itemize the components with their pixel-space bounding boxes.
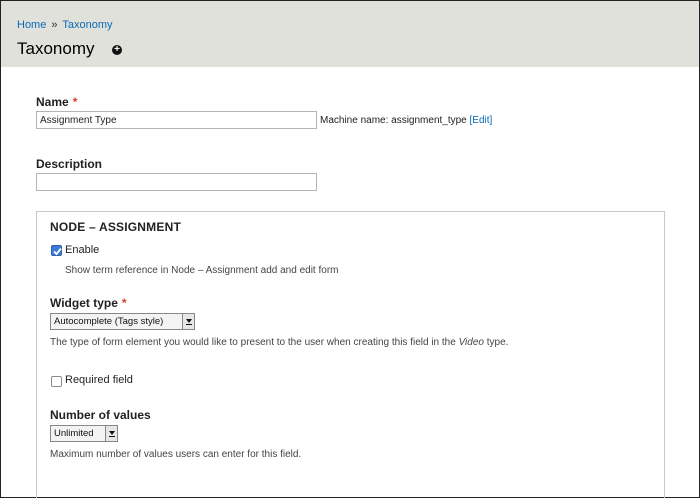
name-label-text: Name [36,95,69,109]
widget-type-label-text: Widget type [50,296,118,310]
widget-type-desc-italic: Video [458,337,484,348]
machine-name-edit-link[interactable]: [Edit] [470,115,493,126]
page-title: Taxonomy [17,39,95,58]
number-of-values-select[interactable]: Unlimited [50,425,118,442]
number-of-values-label: Number of values [50,408,151,422]
description-input[interactable] [36,173,317,191]
enable-checkbox[interactable] [51,245,62,256]
number-of-values-selected: Unlimited [54,428,94,439]
widget-type-label: Widget type * [50,296,127,310]
checkmark-icon [53,247,62,256]
number-of-values-description: Maximum number of values users can enter… [50,449,302,460]
required-field-checkbox[interactable] [51,376,62,387]
name-label: Name * [36,95,77,109]
breadcrumb-taxonomy-link[interactable]: Taxonomy [62,19,112,31]
required-mark: * [72,95,78,109]
machine-name: Machine name: assignment_type [Edit] [320,115,492,126]
machine-name-text: Machine name: assignment_type [320,115,467,126]
breadcrumb: Home » Taxonomy [17,19,113,31]
widget-type-selected: Autocomplete (Tags style) [54,316,164,327]
widget-type-description: The type of form element you would like … [50,337,508,348]
fieldset-legend: NODE – ASSIGNMENT [50,220,181,234]
page-header [1,1,699,67]
breadcrumb-separator: » [51,19,58,31]
dropdown-arrow-icon [105,426,117,441]
required-field-label[interactable]: Required field [65,374,133,386]
widget-type-desc-after: type. [483,337,509,348]
description-label: Description [36,157,103,171]
enable-description: Show term reference in Node – Assignment… [65,265,339,276]
widget-type-required-mark: * [121,296,127,310]
widget-type-select[interactable]: Autocomplete (Tags style) [50,313,195,330]
name-input[interactable] [36,111,317,129]
enable-label[interactable]: Enable [65,244,99,256]
dropdown-arrow-icon [182,314,194,329]
widget-type-desc-before: The type of form element you would like … [50,337,459,348]
plus-circle-icon[interactable]: + [112,45,122,55]
breadcrumb-home-link[interactable]: Home [17,19,46,31]
